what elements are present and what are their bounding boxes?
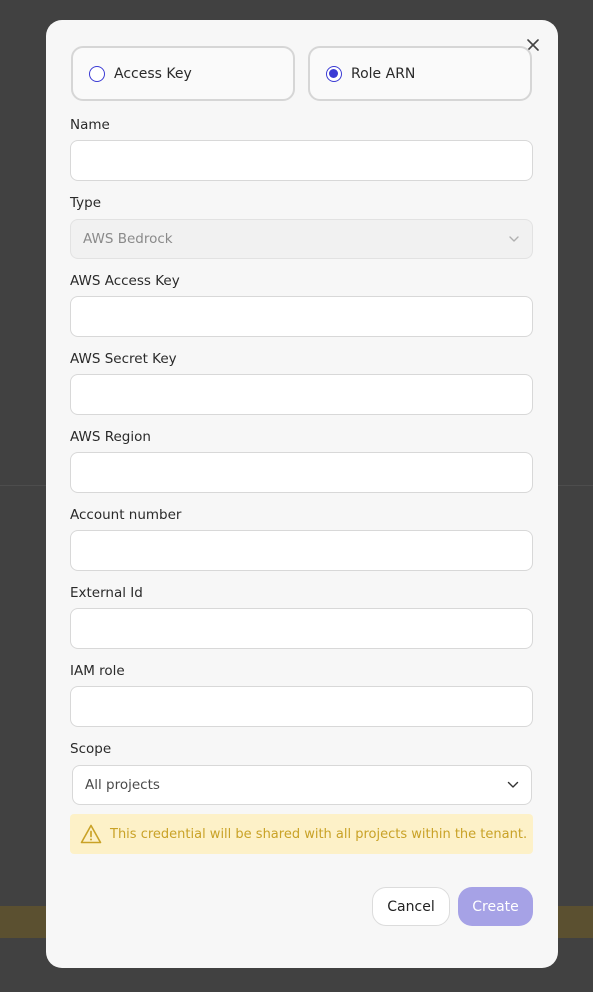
access-key-label: Access Key	[114, 65, 192, 82]
aws-region-input[interactable]	[70, 452, 533, 493]
aws-access-key-label: AWS Access Key	[70, 273, 180, 289]
aws-secret-key-input[interactable]	[70, 374, 533, 415]
type-select: AWS Bedrock	[70, 219, 533, 259]
auth-option-role-arn[interactable]: Role ARN	[308, 46, 532, 101]
aws-region-label: AWS Region	[70, 429, 151, 445]
type-value: AWS Bedrock	[83, 231, 173, 247]
create-credential-dialog: Access Key Role ARN Name Type AWS Bedroc…	[46, 20, 558, 968]
external-id-label: External Id	[70, 585, 143, 601]
name-input[interactable]	[70, 140, 533, 181]
auth-option-access-key[interactable]: Access Key	[71, 46, 295, 101]
iam-role-input[interactable]	[70, 686, 533, 727]
role-arn-label: Role ARN	[351, 65, 416, 82]
warning-triangle-icon	[80, 824, 102, 844]
account-number-label: Account number	[70, 507, 182, 523]
create-button[interactable]: Create	[458, 887, 533, 926]
access-key-radio[interactable]	[89, 65, 105, 82]
shared-credential-warning: This credential will be shared with all …	[70, 814, 533, 854]
account-number-input[interactable]	[70, 530, 533, 571]
external-id-input[interactable]	[70, 608, 533, 649]
type-label: Type	[70, 195, 102, 211]
chevron-down-icon	[507, 781, 519, 788]
warning-text: This credential will be shared with all …	[110, 826, 528, 842]
cancel-button[interactable]: Cancel	[372, 887, 450, 926]
scope-select[interactable]: All projects	[72, 765, 532, 805]
aws-access-key-input[interactable]	[70, 296, 533, 337]
aws-secret-key-label: AWS Secret Key	[70, 351, 177, 367]
name-label: Name	[70, 117, 110, 133]
scope-label: Scope	[70, 741, 112, 757]
scope-value: All projects	[85, 777, 160, 793]
iam-role-label: IAM role	[70, 663, 125, 679]
chevron-down-icon	[509, 236, 519, 242]
role-arn-radio[interactable]	[326, 65, 342, 82]
